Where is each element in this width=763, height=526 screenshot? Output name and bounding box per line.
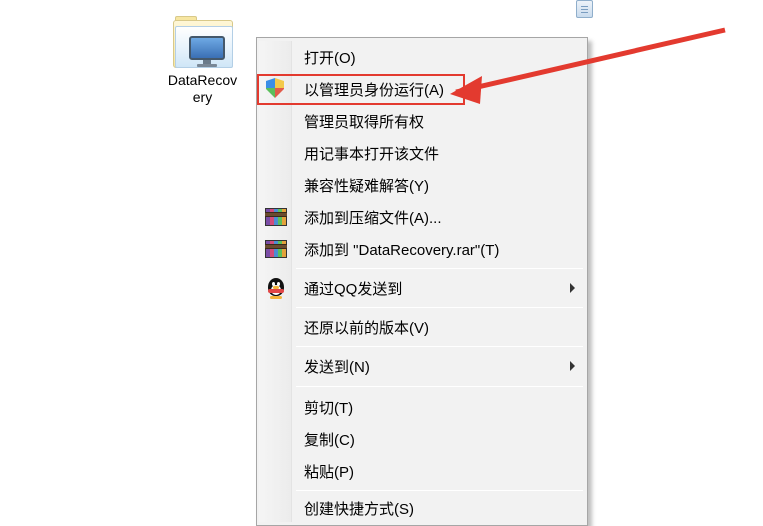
menu-paste[interactable]: 粘贴(P) [294,455,585,487]
menu-send-to[interactable]: 发送到(N) [294,350,585,382]
desktop-shortcut-datarecovery[interactable]: DataRecov ery [161,14,244,114]
menu-copy[interactable]: 复制(C) [294,423,585,455]
menu-add-to-archive-label: 添加到压缩文件(A)... [304,207,442,228]
menu-run-as-admin[interactable]: 以管理员身份运行(A) [294,73,585,105]
menu-open-label: 打开(O) [304,47,356,68]
menu-cut[interactable]: 剪切(T) [294,391,585,423]
menu-create-shortcut-label: 创建快捷方式(S) [304,498,414,519]
menu-send-via-qq-label: 通过QQ发送到 [304,278,402,299]
winrar-icon [265,238,287,260]
menu-run-as-admin-label: 以管理员身份运行(A) [304,79,444,100]
menu-restore-previous[interactable]: 还原以前的版本(V) [294,311,585,343]
winrar-icon [265,206,287,228]
menu-open-with-notepad-label: 用记事本打开该文件 [304,143,439,164]
menu-add-to-archive[interactable]: 添加到压缩文件(A)... [294,201,585,233]
menu-cut-label: 剪切(T) [304,397,353,418]
vertical-scrollbar-thumb[interactable] [576,0,593,18]
menu-send-to-label: 发送到(N) [304,356,370,377]
menu-send-via-qq[interactable]: 通过QQ发送到 [294,272,585,304]
menu-separator [296,346,583,347]
menu-restore-previous-label: 还原以前的版本(V) [304,317,429,338]
qq-penguin-icon [265,277,287,299]
menu-add-to-named-rar-label: 添加到 "DataRecovery.rar"(T) [304,239,499,260]
folder-monitor-icon [171,16,235,70]
menu-admin-take-ownership[interactable]: 管理员取得所有权 [294,105,585,137]
menu-admin-take-ownership-label: 管理员取得所有权 [304,111,424,132]
menu-separator [296,386,583,387]
menu-open-with-notepad[interactable]: 用记事本打开该文件 [294,137,585,169]
uac-shield-icon [265,78,287,100]
menu-open[interactable]: 打开(O) [294,41,585,73]
menu-compat-troubleshoot[interactable]: 兼容性疑难解答(Y) [294,169,585,201]
menu-compat-troubleshoot-label: 兼容性疑难解答(Y) [304,175,429,196]
context-menu: 打开(O) 以管理员身份运行(A) 管理员取得所有权 用记事本打开该文件 兼容性… [256,37,588,526]
menu-separator [296,307,583,308]
menu-add-to-named-rar[interactable]: 添加到 "DataRecovery.rar"(T) [294,233,585,265]
submenu-arrow-icon [570,283,575,293]
menu-paste-label: 粘贴(P) [304,461,354,482]
menu-copy-label: 复制(C) [304,429,355,450]
menu-separator [296,490,583,491]
submenu-arrow-icon [570,361,575,371]
menu-create-shortcut[interactable]: 创建快捷方式(S) [294,494,585,522]
desktop-shortcut-label: DataRecov ery [168,72,237,106]
menu-separator [296,268,583,269]
